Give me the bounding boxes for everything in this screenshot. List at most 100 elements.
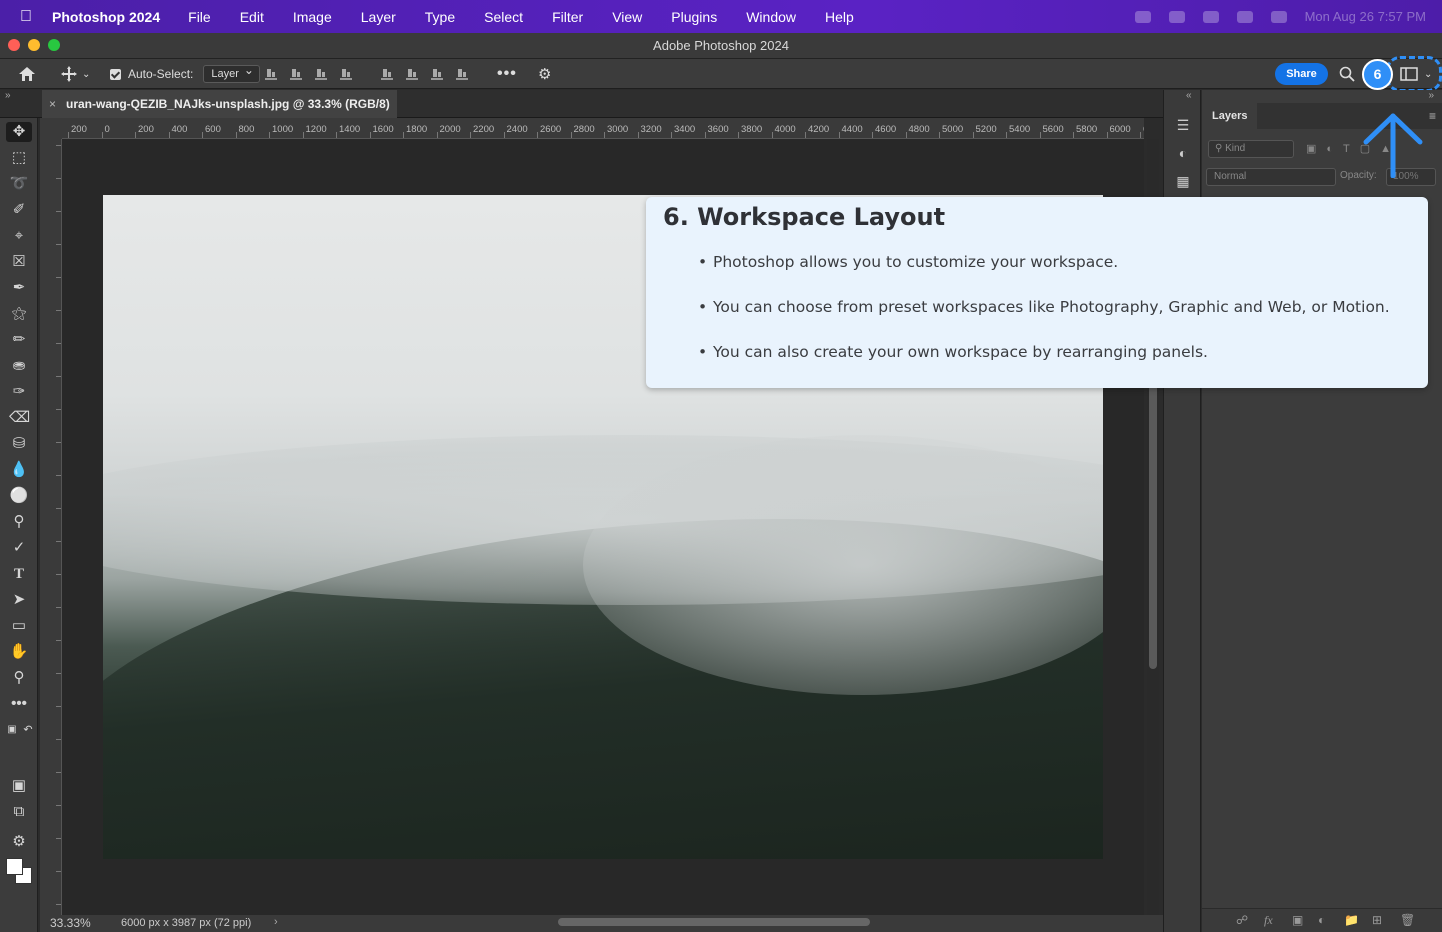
healing-brush-icon[interactable]: ⚝	[9, 304, 29, 324]
add-mask-icon[interactable]: ▣	[1292, 913, 1303, 927]
sponge-icon[interactable]: ⚲	[9, 512, 29, 532]
menu-plugins[interactable]: Plugins	[671, 9, 717, 25]
chevron-down-icon[interactable]: ⌄	[82, 69, 90, 80]
align-vertical-centers-icon[interactable]	[406, 68, 418, 80]
status-icon[interactable]	[1202, 10, 1219, 23]
move-tool-icon[interactable]: ✥	[6, 122, 32, 142]
chevron-right-icon[interactable]: ›	[274, 916, 278, 928]
history-brush-icon[interactable]: ✑	[9, 382, 29, 402]
clone-stamp-icon[interactable]: ⛂	[9, 356, 29, 376]
properties-icon[interactable]: ☰	[1174, 116, 1192, 134]
layer-style-icon[interactable]: fx	[1264, 913, 1273, 928]
auto-select-checkbox[interactable]	[110, 68, 121, 80]
paint-bucket-icon[interactable]: ⛁	[9, 434, 29, 454]
status-icon[interactable]	[1168, 10, 1185, 23]
object-selection-icon[interactable]: ✐	[9, 200, 29, 220]
apple-icon[interactable]: 	[0, 8, 52, 26]
ruler-tick	[56, 541, 61, 542]
eraser-icon[interactable]: ⌫	[9, 408, 30, 428]
path-selection-icon[interactable]: ➤	[9, 590, 29, 610]
distribute-horizontal-icon[interactable]	[456, 68, 468, 80]
frame-icon[interactable]: ☒	[9, 252, 29, 272]
link-layers-icon[interactable]: ☍	[1236, 913, 1248, 927]
crop-icon[interactable]: ⌖	[9, 226, 29, 246]
horizontal-ruler[interactable]: 200 0 200 400 600 800 1000 1200 1400 1600 1800 2000…	[62, 118, 1144, 139]
tab-layers[interactable]: Layers	[1202, 103, 1258, 129]
more-options-icon[interactable]: •••	[497, 59, 517, 89]
align-bottom-edges-icon[interactable]	[431, 68, 443, 80]
layers-panel-footer: ☍ fx ▣ ◐ 📁 ⊞ 🗑	[1202, 908, 1442, 932]
panel-menu-icon[interactable]: ≡	[1429, 109, 1436, 123]
ruler-tick	[872, 132, 873, 138]
collapse-panel-icon[interactable]: »	[1428, 90, 1434, 101]
collapse-panels-icon[interactable]: «	[1186, 90, 1192, 101]
new-group-icon[interactable]: 📁	[1344, 913, 1359, 927]
distribute-vertical-icon[interactable]	[340, 68, 352, 80]
document-tab[interactable]: × uran-wang-QEZIB_NAJks-unsplash.jpg @ 3…	[42, 90, 397, 118]
hand-icon[interactable]: ✋	[9, 642, 29, 662]
horizontal-scrollbar-thumb[interactable]	[558, 918, 870, 926]
zoom-icon[interactable]: ⚲	[9, 668, 29, 688]
eyedropper-icon[interactable]: ✒	[9, 278, 29, 298]
search-icon[interactable]	[1339, 59, 1355, 89]
close-tab-icon[interactable]: ×	[49, 90, 56, 118]
ruler-label: 3800	[741, 124, 763, 135]
gear-icon[interactable]: ⚙	[538, 59, 551, 89]
adjustment-layer-icon[interactable]: ◐	[1318, 913, 1325, 927]
quick-mask-icon[interactable]: ▣	[9, 776, 29, 796]
dodge-icon[interactable]: ⚪	[9, 486, 29, 506]
collapse-toolbar-icon[interactable]: »	[5, 90, 11, 101]
blend-mode-select[interactable]: Normal	[1206, 168, 1336, 186]
menu-layer[interactable]: Layer	[361, 9, 396, 25]
menu-type[interactable]: Type	[425, 9, 455, 25]
zoom-level[interactable]: 33.33%	[50, 916, 91, 930]
edit-toolbar-icon[interactable]: •••	[9, 694, 29, 714]
app-name-menu[interactable]: Photoshop 2024	[52, 9, 160, 25]
type-tool-icon[interactable]: T	[9, 564, 29, 584]
share-button[interactable]: Share	[1275, 63, 1328, 85]
menu-image[interactable]: Image	[293, 9, 332, 25]
adjustments-icon[interactable]: ◐	[1174, 144, 1192, 162]
status-icon[interactable]	[1134, 10, 1151, 23]
swap-colors-icon[interactable]: ↶	[18, 720, 38, 740]
foreground-color-swatch[interactable]	[6, 858, 23, 875]
menu-select[interactable]: Select	[484, 9, 523, 25]
menu-edit[interactable]: Edit	[240, 9, 264, 25]
new-layer-icon[interactable]: ⊞	[1372, 913, 1382, 927]
ruler-tick	[56, 310, 61, 311]
generative-fill-icon[interactable]: ⚙	[9, 832, 29, 852]
brush-icon[interactable]: ✏	[9, 330, 29, 350]
delete-layer-icon[interactable]: 🗑	[1400, 913, 1415, 927]
window-title-bar: Adobe Photoshop 2024	[0, 33, 1442, 59]
ruler-tick	[56, 904, 61, 905]
menu-clock[interactable]: Mon Aug 26 7:57 PM	[1305, 9, 1426, 24]
menu-window[interactable]: Window	[746, 9, 796, 25]
tutorial-bullet: You can also create your own workspace b…	[698, 343, 1390, 361]
libraries-icon[interactable]: ▦	[1174, 172, 1192, 190]
home-icon[interactable]	[18, 59, 36, 89]
search-icon[interactable]	[1270, 10, 1287, 23]
minimize-window-button[interactable]	[28, 39, 40, 51]
close-window-button[interactable]	[8, 39, 20, 51]
vertical-ruler[interactable]	[40, 139, 62, 915]
move-tool-icon[interactable]: ⌄	[60, 59, 90, 89]
lasso-icon[interactable]: ➰	[9, 174, 29, 194]
menu-filter[interactable]: Filter	[552, 9, 583, 25]
layer-kind-filter[interactable]: ⚲ Kind	[1208, 140, 1294, 158]
tutorial-card: 6. Workspace Layout Photoshop allows you…	[646, 197, 1428, 388]
align-top-edges-icon[interactable]	[381, 68, 393, 80]
wifi-icon[interactable]	[1236, 10, 1253, 23]
align-right-edges-icon[interactable]	[315, 68, 327, 80]
rectangle-icon[interactable]: ▭	[9, 616, 29, 636]
menu-help[interactable]: Help	[825, 9, 854, 25]
menu-file[interactable]: File	[188, 9, 211, 25]
auto-select-dropdown[interactable]: Layer	[203, 63, 260, 83]
blur-icon[interactable]: 💧	[9, 460, 29, 480]
align-left-edges-icon[interactable]	[265, 68, 277, 80]
zoom-window-button[interactable]	[48, 39, 60, 51]
rectangular-marquee-icon[interactable]: ⬚	[9, 148, 29, 168]
pen-icon[interactable]: ✓	[9, 538, 29, 558]
align-horizontal-centers-icon[interactable]	[290, 68, 302, 80]
menu-view[interactable]: View	[612, 9, 642, 25]
screen-mode-icon[interactable]: ⧉	[9, 802, 29, 822]
